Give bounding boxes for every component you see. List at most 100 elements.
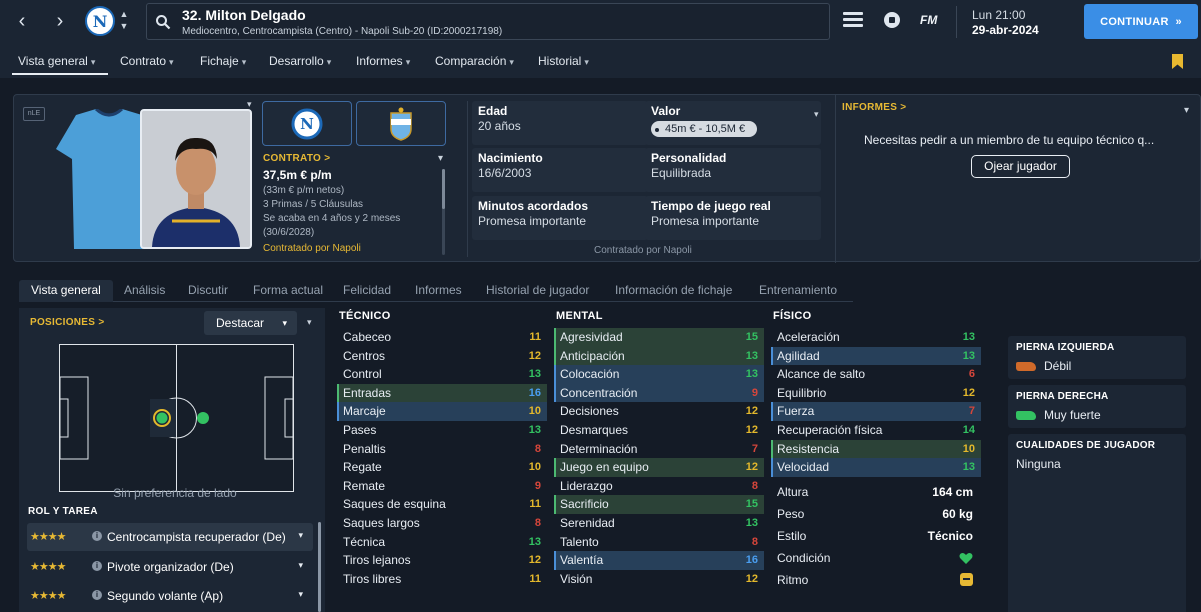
tab-informacion-fichaje[interactable]: Información de fichaje	[603, 280, 744, 302]
attribute-value: 8	[534, 516, 541, 529]
technical-attribute-row[interactable]: Remate 9	[337, 477, 547, 496]
mental-attribute-row[interactable]: Desmarques 12	[554, 421, 764, 440]
technical-attribute-row[interactable]: Pases 13	[337, 421, 547, 440]
tab-analisis[interactable]: Análisis	[112, 280, 177, 302]
chevron-down-icon[interactable]: ▾	[438, 153, 443, 164]
positions-title[interactable]: POSICIONES >	[30, 317, 104, 328]
attribute-value: 10	[528, 405, 541, 418]
mental-attribute-row[interactable]: Talento 8	[554, 533, 764, 552]
subnav-historial[interactable]: Historial ▾	[538, 54, 589, 68]
technical-attribute-row[interactable]: Tiros lejanos 12	[337, 551, 547, 570]
nation-badge-box[interactable]	[356, 101, 446, 146]
chevron-down-icon[interactable]: ▾	[814, 109, 819, 120]
subnav-informes[interactable]: Informes ▾	[356, 54, 410, 68]
subnav-vista-general[interactable]: Vista general ▾	[18, 54, 95, 68]
roles-scrollbar[interactable]	[318, 522, 321, 612]
technical-attribute-row[interactable]: Tiros libres 11	[337, 570, 547, 589]
contract-expiry-date: (30/6/2028)	[263, 227, 315, 238]
tab-informes[interactable]: Informes	[403, 280, 474, 302]
technical-attribute-row[interactable]: Penaltis 8	[337, 440, 547, 459]
football-icon[interactable]	[884, 12, 900, 28]
subnav-fichaje[interactable]: Fichaje ▾	[200, 54, 246, 68]
highlight-dropdown[interactable]: Destacar ▾	[204, 311, 297, 335]
physical-attribute-row[interactable]: Resistencia 10	[771, 439, 981, 459]
technical-attribute-row[interactable]: Centros 12	[337, 347, 547, 366]
mental-attribute-row[interactable]: Agresividad 15	[554, 328, 764, 347]
technical-attribute-row[interactable]: Marcaje 10	[337, 402, 547, 421]
physical-attribute-row[interactable]: Equilibrio 12	[771, 384, 981, 403]
scout-player-button[interactable]: Ojear jugador	[971, 155, 1070, 178]
tab-entrenamiento[interactable]: Entrenamiento	[747, 280, 849, 302]
physical-attribute-row[interactable]: Recuperación física 14	[771, 421, 981, 440]
menu-icon[interactable]	[843, 12, 863, 28]
value-pill[interactable]: 45m € - 10,5M €	[651, 121, 758, 137]
attribute-value: 7	[751, 442, 758, 455]
tab-forma-actual[interactable]: Forma actual	[241, 280, 335, 302]
contract-section-title[interactable]: CONTRATO >	[263, 153, 330, 164]
mental-attribute-row[interactable]: Serenidad 13	[554, 514, 764, 533]
contract-contracted-by: Contratado por Napoli	[263, 243, 361, 254]
role-row[interactable]: ★★★★ i Segundo volante (Ap) ▾	[27, 582, 313, 610]
attribute-value: 10	[962, 442, 975, 455]
attribute-name: Saques largos	[343, 515, 420, 530]
attribute-value: 16	[528, 386, 541, 399]
mental-attribute-row[interactable]: Determinación 7	[554, 440, 764, 459]
technical-attribute-row[interactable]: Saques largos 8	[337, 514, 547, 533]
mental-attribute-row[interactable]: Valentía 16	[554, 551, 764, 570]
mental-attribute-row[interactable]: Juego en equipo 12	[554, 458, 764, 477]
attribute-value: 7	[968, 405, 975, 418]
position-pitch[interactable]	[59, 344, 294, 492]
technical-attribute-row[interactable]: Regate 10	[337, 458, 547, 477]
subnav-comparacion[interactable]: Comparación ▾	[435, 54, 514, 68]
tab-felicidad[interactable]: Felicidad	[331, 280, 403, 302]
mental-attribute-row[interactable]: Sacrificio 15	[554, 495, 764, 514]
attribute-name: Penaltis	[343, 441, 386, 456]
fm-logo[interactable]: FM	[920, 13, 937, 27]
tab-historial-jugador[interactable]: Historial de jugador	[474, 280, 601, 302]
attribute-value: 13	[962, 349, 975, 362]
prev-next-player-arrows[interactable]: ▲ ▼	[118, 8, 130, 34]
physical-attribute-row[interactable]: Aceleración 13	[771, 328, 981, 347]
technical-attribute-row[interactable]: Saques de esquina 11	[337, 495, 547, 514]
physical-attribute-row[interactable]: Alcance de salto 6	[771, 365, 981, 384]
role-row[interactable]: ★★★★ i Pivote organizador (De) ▾	[27, 553, 313, 581]
tab-vista-general[interactable]: Vista general	[19, 280, 113, 302]
club-badge-box[interactable]: N	[262, 101, 352, 146]
right-foot-box: PIERNA DERECHA Muy fuerte	[1008, 385, 1186, 428]
mental-attribute-row[interactable]: Anticipación 13	[554, 346, 764, 366]
subnav-desarrollo[interactable]: Desarrollo ▾	[269, 54, 331, 68]
mental-attribute-row[interactable]: Visión 12	[554, 570, 764, 589]
back-arrow-icon[interactable]: ‹	[12, 10, 32, 32]
contract-net: (33m € p/m netos)	[263, 185, 345, 196]
traits-value: Ninguna	[1016, 457, 1061, 471]
left-foot-label: PIERNA IZQUIERDA	[1016, 342, 1115, 353]
physical-attribute-row[interactable]: Velocidad 13	[771, 458, 981, 477]
condition-label: Condición	[777, 550, 831, 565]
player-search-box[interactable]: 32. Milton Delgado Mediocentro, Centroca…	[146, 3, 830, 40]
physical-attribute-row[interactable]: Agilidad 13	[771, 346, 981, 366]
technical-attribute-row[interactable]: Control 13	[337, 365, 547, 384]
forward-arrow-icon[interactable]: ›	[50, 10, 70, 32]
role-row[interactable]: ★★★★ i Centrocampista recuperador (De) ▾	[27, 523, 313, 551]
attribute-value: 9	[751, 386, 758, 399]
subnav-contrato[interactable]: Contrato ▾	[120, 54, 174, 68]
contract-scrollbar[interactable]	[442, 169, 445, 255]
mental-attribute-row[interactable]: Colocación 13	[554, 365, 764, 384]
bookmark-icon[interactable]	[1172, 54, 1183, 69]
technical-attribute-row[interactable]: Cabeceo 11	[337, 328, 547, 347]
mental-attribute-row[interactable]: Liderazgo 8	[554, 477, 764, 496]
club-badge[interactable]: N	[85, 6, 115, 36]
technical-attribute-row[interactable]: Técnica 13	[337, 533, 547, 552]
mental-attribute-row[interactable]: Decisiones 12	[554, 402, 764, 421]
chevron-down-icon[interactable]: ▾	[307, 317, 312, 328]
chevron-down-icon[interactable]: ▾	[1184, 105, 1189, 116]
chevron-down-icon[interactable]: ▾	[247, 99, 252, 110]
technical-attribute-row[interactable]: Entradas 16	[337, 383, 547, 403]
reports-section-title[interactable]: INFORMES >	[842, 102, 906, 113]
continue-button[interactable]: CONTINUAR »	[1084, 4, 1198, 39]
tab-discutir[interactable]: Discutir	[176, 280, 240, 302]
attribute-name: Entradas	[343, 385, 392, 400]
physical-attribute-row[interactable]: Fuerza 7	[771, 402, 981, 421]
profile-panel: nLE ▾ N CONTRATO > ▾ 37,5m € p/m (33m € …	[13, 94, 1201, 263]
mental-attribute-row[interactable]: Concentración 9	[554, 383, 764, 403]
